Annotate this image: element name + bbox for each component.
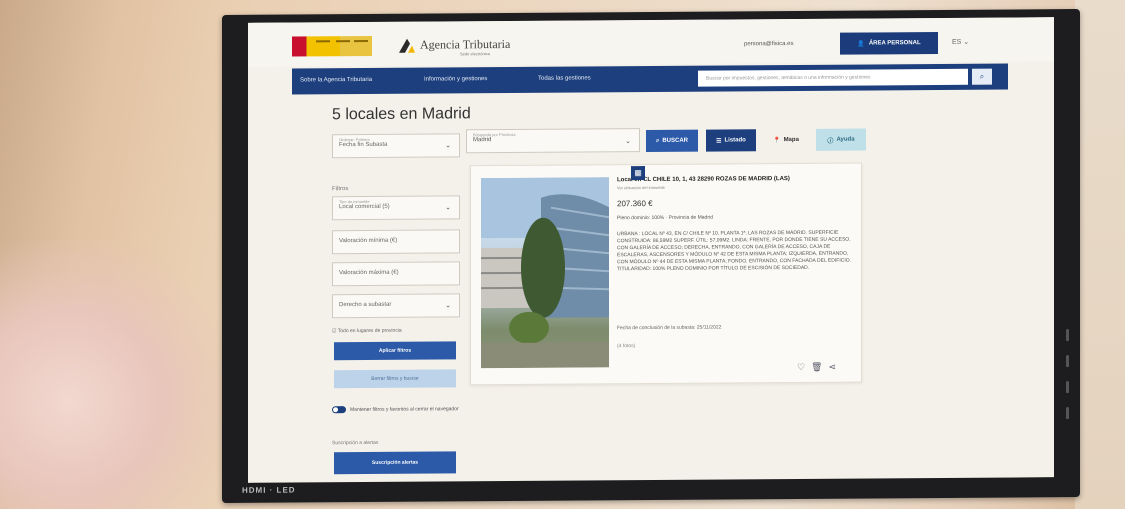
- search-icon: ⌕: [655, 137, 660, 144]
- listing-actions: ♡ 🗑 ⋖: [797, 362, 836, 373]
- site-search-input[interactable]: Buscar por impuestos, gestiones, temátic…: [698, 68, 968, 87]
- personal-area-label: ÁREA PERSONAL: [868, 40, 921, 47]
- listing-description: URBANA : LOCAL Nº 43, EN C/ CHILE Nº 10,…: [617, 229, 851, 273]
- site-header: Agencia Tributaria Sede electrónica pers…: [248, 17, 1054, 67]
- government-logo: [292, 35, 372, 57]
- listing-location-link[interactable]: Ver ubicación del inmueble: [617, 185, 665, 190]
- min-value-input[interactable]: Valoración mínima (€): [332, 229, 460, 255]
- building-photo: [481, 177, 609, 369]
- nav-item-all[interactable]: Todas las gestiones: [538, 75, 591, 81]
- listing-ownership: Pleno dominio: 100% · Provincia de Madri…: [617, 214, 713, 222]
- heart-icon[interactable]: ♡: [797, 362, 805, 373]
- share-icon[interactable]: ⋖: [829, 362, 837, 373]
- listing-photo-count[interactable]: (4 fotos): [617, 343, 635, 349]
- auction-right-select[interactable]: Derecho a subastar ⌄: [332, 293, 460, 319]
- keep-filters-toggle[interactable]: Mantener filtros y favoritos al cerrar e…: [332, 405, 460, 414]
- toggle-switch[interactable]: [332, 406, 346, 414]
- subscription-label: Suscripción a alertas: [332, 439, 379, 447]
- monitor-brand-label: HDMI · LED: [242, 485, 296, 495]
- page-title: 5 locales en Madrid: [332, 105, 471, 124]
- property-photo[interactable]: [481, 177, 609, 369]
- header-link[interactable]: persona@fisica.es: [744, 41, 793, 47]
- map-pin-icon: 📍: [773, 137, 781, 144]
- nav-item-about[interactable]: Sobre la Agencia Tributaria: [300, 77, 372, 84]
- subscribe-alerts-button[interactable]: Suscripción alertas: [334, 451, 456, 475]
- list-view-button[interactable]: ☰ Listado: [706, 129, 756, 152]
- chevron-down-icon: ⌄: [445, 142, 451, 150]
- province-checkbox[interactable]: ☑ Todo en lugares de provincia: [332, 328, 402, 334]
- chevron-down-icon: ⌄: [625, 138, 631, 146]
- monitor-bezel: HDMI · LED Agencia Tributaria Sede elect…: [222, 9, 1080, 503]
- background-wall: [1075, 0, 1125, 509]
- language-selector[interactable]: ES ⌄: [952, 38, 969, 46]
- agency-logo-icon: [399, 38, 415, 53]
- search-icon[interactable]: ⌕: [972, 68, 992, 85]
- personal-area-button[interactable]: 👤 ÁREA PERSONAL: [840, 31, 938, 55]
- property-type-select[interactable]: Tipo de inmueble Local comercial (5) ⌄: [332, 195, 460, 221]
- search-button[interactable]: ⌕ BUSCAR: [646, 129, 698, 153]
- filters-heading: Filtros: [332, 186, 349, 193]
- calendar-icon[interactable]: ▦: [631, 166, 645, 181]
- agency-subtitle: Sede electrónica: [460, 51, 490, 57]
- clear-filters-button[interactable]: Borrar filtros y buscar: [334, 369, 456, 389]
- agency-name[interactable]: Agencia Tributaria: [420, 37, 510, 53]
- listing-title[interactable]: Local en CL CHILE 10, 1, 43 28290 ROZAS …: [617, 176, 853, 183]
- help-icon: ⓘ: [827, 138, 834, 145]
- trash-icon[interactable]: 🗑: [811, 362, 822, 373]
- chevron-down-icon: ⌄: [445, 204, 451, 212]
- user-icon: 👤: [857, 41, 865, 48]
- listing-price: 207.360 €: [617, 198, 653, 209]
- monitor-buttons: [1064, 329, 1072, 433]
- main-nav: Sobre la Agencia Tributaria Información …: [292, 63, 1008, 95]
- province-select[interactable]: Búsqueda por Provincia Madrid ⌄: [466, 128, 640, 154]
- sort-select[interactable]: Ordenar: Primero Fecha fin Subasta ⌄: [332, 133, 460, 159]
- apply-filters-button[interactable]: Aplicar filtros: [334, 341, 456, 361]
- max-value-input[interactable]: Valoración máxima (€): [332, 261, 460, 287]
- chevron-down-icon: ⌄: [445, 302, 451, 310]
- filters-sidebar: Ordenar: Primero Fecha fin Subasta ⌄ Fil…: [332, 133, 464, 475]
- nav-item-info[interactable]: Información y gestiones: [424, 76, 487, 82]
- monitor-screen: Agencia Tributaria Sede electrónica pers…: [248, 17, 1054, 483]
- listing-card[interactable]: Local en CL CHILE 10, 1, 43 28290 ROZAS …: [470, 162, 862, 386]
- help-button[interactable]: ⓘ Ayuda: [816, 128, 866, 151]
- list-icon: ☰: [716, 138, 722, 145]
- listing-closing-date: Fecha de conclusión de la subasta: 25/11…: [617, 324, 722, 332]
- foreground-blur: [0, 240, 230, 509]
- map-view-button[interactable]: 📍 Mapa: [764, 129, 808, 151]
